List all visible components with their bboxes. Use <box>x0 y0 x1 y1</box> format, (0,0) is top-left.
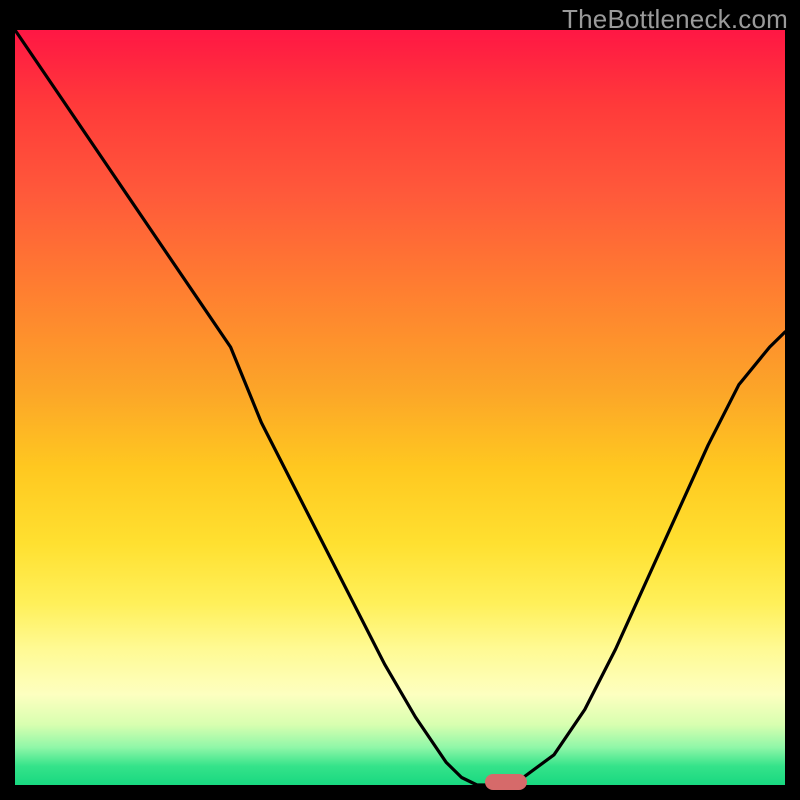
chart-frame: TheBottleneck.com <box>0 0 800 800</box>
curve-path <box>15 30 785 785</box>
optimum-marker <box>485 774 527 790</box>
bottleneck-curve <box>15 30 785 785</box>
plot-area <box>15 30 785 785</box>
